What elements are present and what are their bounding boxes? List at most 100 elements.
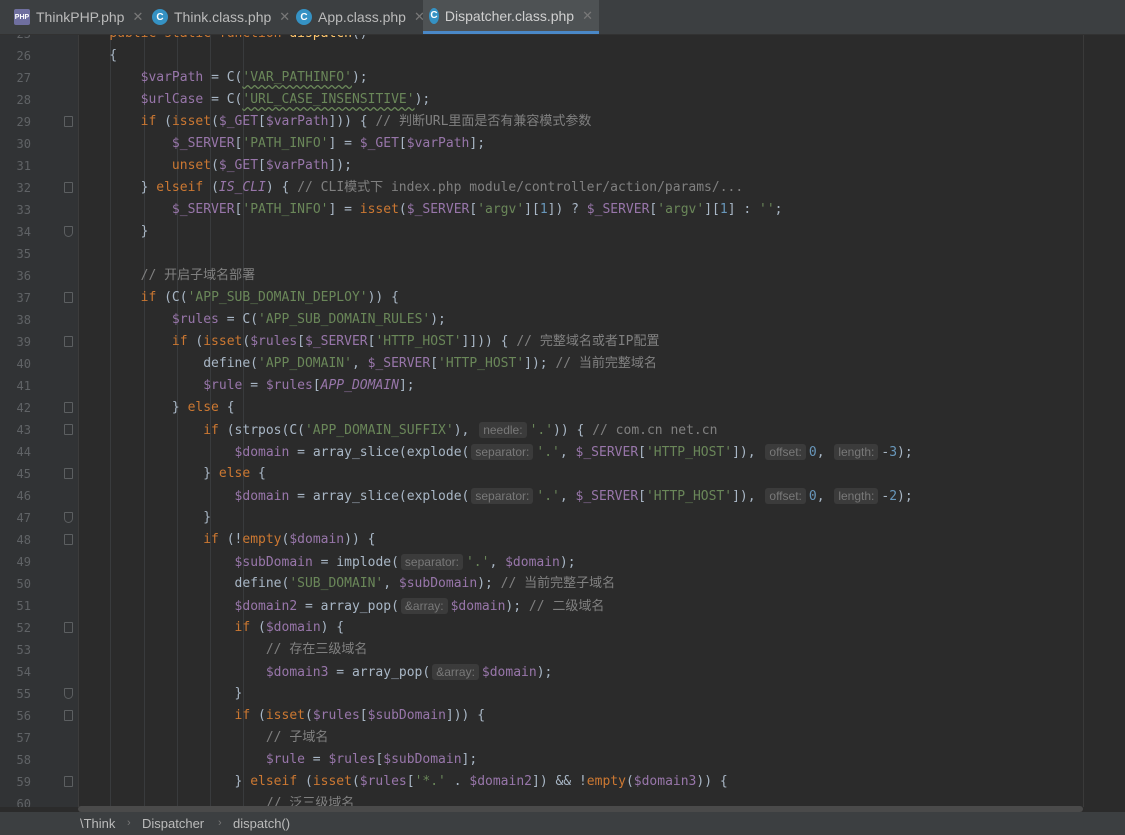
code-token: 0 [808, 445, 817, 460]
code-token: isset [312, 774, 352, 789]
fold-marker-icon[interactable] [64, 116, 73, 127]
code-token: // 开启子域名部署 [140, 268, 256, 283]
close-icon[interactable]: ✕ [582, 8, 593, 24]
code-token: ); [477, 576, 501, 591]
code-line[interactable]: 25 public static function dispatch() [0, 35, 1125, 45]
code-token: $rules [250, 334, 298, 349]
editor-tab-bar: PHP ThinkPHP.php ✕ C Think.class.php ✕ C… [0, 0, 1125, 35]
code-token: ); [897, 489, 913, 504]
close-icon[interactable]: ✕ [132, 9, 143, 25]
fold-marker-icon[interactable] [64, 336, 73, 347]
code-token: 'URL_CASE_INSENSITIVE' [242, 92, 415, 107]
code-line[interactable]: 50 define('SUB_DOMAIN', $subDomain); // … [0, 573, 1125, 595]
line-number: 58 [16, 753, 31, 767]
code-token: $domain [450, 599, 506, 614]
fold-marker-icon[interactable] [64, 622, 73, 633]
code-line[interactable]: 57 // 子域名 [0, 727, 1125, 749]
code-token: , [559, 445, 576, 460]
code-line[interactable]: 33 $_SERVER['PATH_INFO'] = isset($_SERVE… [0, 199, 1125, 221]
code-token: // 存在三级域名 [265, 642, 368, 657]
code-token: ]), [732, 489, 764, 504]
fold-marker-icon[interactable] [64, 512, 73, 523]
close-icon[interactable]: ✕ [279, 9, 290, 25]
code-token: 0 [808, 489, 817, 504]
code-token: ); [536, 665, 553, 680]
fold-marker-icon[interactable] [64, 534, 73, 545]
code-token: , [816, 489, 833, 504]
code-line[interactable]: 48 if (!empty($domain)) { [0, 529, 1125, 551]
fold-marker-icon[interactable] [64, 226, 73, 237]
code-line[interactable]: 34 } [0, 221, 1125, 243]
code-line[interactable]: 49 $subDomain = implode(separator: '.', $… [0, 551, 1125, 573]
code-token: 'argv' [477, 202, 525, 217]
fold-marker-icon[interactable] [64, 776, 73, 787]
fold-marker-icon[interactable] [64, 468, 73, 479]
code-line[interactable]: 30 $_SERVER['PATH_INFO'] = $_GET[$varPat… [0, 133, 1125, 155]
code-line[interactable]: 58 $rule = $rules[$subDomain]; [0, 749, 1125, 771]
tab-app-class-php[interactable]: C App.class.php ✕ [290, 0, 431, 34]
code-line[interactable]: 28 $urlCase = C('URL_CASE_INSENSITIVE'); [0, 89, 1125, 111]
code-line[interactable]: 39 if (isset($rules[$_SERVER['HTTP_HOST'… [0, 331, 1125, 353]
fold-marker-icon[interactable] [64, 710, 73, 721]
code-line[interactable]: 54 $domain3 = array_pop(&array: $domain); [0, 661, 1125, 683]
code-line[interactable]: 27 $varPath = C('VAR_PATHINFO'); [0, 67, 1125, 89]
php-file-icon: PHP [14, 9, 30, 25]
code-line[interactable]: 47 } [0, 507, 1125, 529]
breadcrumb-namespace[interactable]: \Think [80, 812, 115, 835]
code-editor[interactable]: 25 public static function dispatch()26 {… [0, 35, 1125, 807]
code-line[interactable]: 59 } elseif (isset($rules['*.' . $domain… [0, 771, 1125, 793]
code-line[interactable]: 45 } else { [0, 463, 1125, 485]
code-line[interactable]: 43 if (strpos(C('APP_DOMAIN_SUFFIX'), ne… [0, 419, 1125, 441]
code-token: = array_slice(explode( [289, 445, 470, 460]
line-number: 60 [16, 797, 31, 807]
code-line[interactable]: 36 // 开启子域名部署 [0, 265, 1125, 287]
code-line[interactable]: 41 $rule = $rules[APP_DOMAIN]; [0, 375, 1125, 397]
fold-marker-icon[interactable] [64, 688, 73, 699]
code-token: '.' [529, 423, 554, 438]
code-token: isset [171, 114, 212, 129]
breadcrumb-class[interactable]: Dispatcher [142, 812, 204, 835]
code-line[interactable]: 51 $domain2 = array_pop(&array: $domain);… [0, 595, 1125, 617]
code-line[interactable]: 44 $domain = array_slice(explode(separat… [0, 441, 1125, 463]
code-line[interactable]: 38 $rules = C('APP_SUB_DOMAIN_RULES'); [0, 309, 1125, 331]
code-token: $domain3 [633, 774, 697, 789]
breadcrumb-method[interactable]: dispatch() [233, 812, 290, 835]
code-line[interactable]: 26 { [0, 45, 1125, 67]
code-token: = array_pop( [297, 599, 399, 614]
fold-marker-icon[interactable] [64, 182, 73, 193]
fold-marker-icon[interactable] [64, 292, 73, 303]
code-token: 'VAR_PATHINFO' [242, 70, 352, 85]
fold-marker-icon[interactable] [64, 402, 73, 413]
code-line[interactable]: 37 if (C('APP_SUB_DOMAIN_DEPLOY')) { [0, 287, 1125, 309]
code-token: () [352, 35, 368, 41]
code-line[interactable]: 35 [0, 243, 1125, 265]
code-token: $domain [234, 489, 290, 504]
code-line[interactable]: 52 if ($domain) { [0, 617, 1125, 639]
code-text: if (C('APP_SUB_DOMAIN_DEPLOY')) { [78, 287, 399, 309]
code-line[interactable]: 46 $domain = array_slice(explode(separat… [0, 485, 1125, 507]
code-line[interactable]: 31 unset($_GET[$varPath]); [0, 155, 1125, 177]
tab-think-class-php[interactable]: C Think.class.php ✕ [146, 0, 296, 34]
code-line[interactable]: 32 } elseif (IS_CLI) { // CLI模式下 index.p… [0, 177, 1125, 199]
code-line[interactable]: 40 define('APP_DOMAIN', $_SERVER['HTTP_H… [0, 353, 1125, 375]
code-line[interactable]: 29 if (isset($_GET[$varPath])) { // 判断UR… [0, 111, 1125, 133]
code-token: } [78, 510, 212, 525]
tab-dispatcher-class-php[interactable]: C Dispatcher.class.php ✕ [423, 0, 599, 34]
code-text: if (isset($_GET[$varPath])) { // 判断URL里面… [78, 111, 592, 133]
code-token: = [242, 378, 266, 393]
code-line[interactable]: 55 } [0, 683, 1125, 705]
code-text: // 泛三级域名 [78, 793, 354, 807]
code-line[interactable]: 53 // 存在三级域名 [0, 639, 1125, 661]
code-line[interactable]: 42 } else { [0, 397, 1125, 419]
code-line[interactable]: 56 if (isset($rules[$subDomain])) { [0, 705, 1125, 727]
code-token: isset [203, 334, 243, 349]
code-token: )) { [553, 423, 593, 438]
fold-marker-icon[interactable] [64, 424, 73, 435]
code-line[interactable]: 60 // 泛三级域名 [0, 793, 1125, 807]
code-token: ( [250, 708, 266, 723]
tab-thinkphp-php[interactable]: PHP ThinkPHP.php ✕ [8, 0, 149, 34]
code-token: , [351, 356, 368, 371]
